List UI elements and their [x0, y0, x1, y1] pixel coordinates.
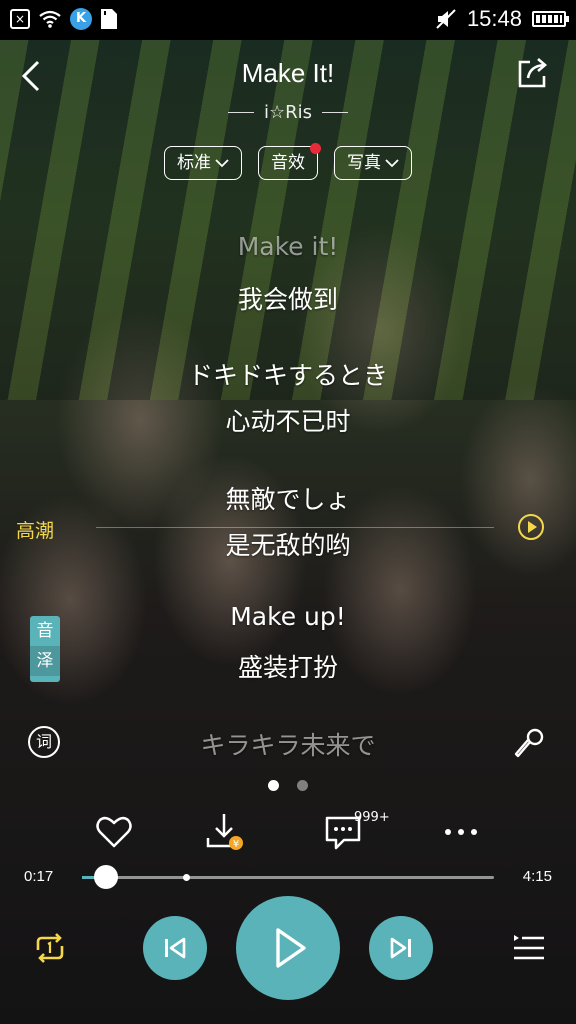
lyric-line: キラキラ未来で — [200, 731, 376, 760]
chevron-down-icon — [215, 159, 229, 168]
photo-dropdown[interactable]: 写真 — [334, 146, 412, 180]
mute-icon — [436, 9, 456, 29]
song-title: Make It! — [241, 58, 335, 88]
repeat-mode-button[interactable] — [32, 930, 68, 966]
lyric-line: 心动不已时 — [225, 407, 351, 436]
next-track-icon — [390, 937, 411, 959]
comment-count: 999+ — [354, 810, 390, 825]
microphone-icon — [514, 728, 544, 758]
playlist-icon — [514, 935, 544, 960]
sound-effects-button[interactable]: 音效 — [258, 143, 321, 180]
repeat-icon — [36, 933, 64, 963]
play-icon — [276, 928, 306, 968]
quality-dropdown[interactable]: 标准 — [164, 146, 242, 180]
wifi-icon — [39, 10, 61, 28]
artist-row: i☆Ris — [0, 102, 576, 123]
lyric-line: Make it! — [237, 232, 339, 261]
like-button[interactable] — [92, 810, 136, 854]
sim-off-icon: × — [10, 9, 30, 29]
previous-track-icon — [165, 937, 186, 959]
playlist-button[interactable] — [512, 932, 546, 964]
progress-thumb[interactable] — [94, 865, 118, 889]
svg-text:¥: ¥ — [233, 839, 239, 850]
share-icon — [518, 58, 547, 88]
quality-label: 标准 — [177, 152, 211, 173]
page-dot — [297, 780, 308, 791]
sd-card-icon — [101, 9, 117, 29]
play-climax-button[interactable] — [518, 514, 544, 540]
next-button[interactable] — [369, 916, 433, 980]
action-row: ¥ — [0, 810, 576, 860]
clock: 15:48 — [466, 6, 522, 31]
lyric-line: 無敵でしょ — [225, 485, 351, 514]
status-bar: × K 15:48 — [0, 0, 576, 40]
photo-label: 写真 — [347, 152, 381, 173]
chevron-down-icon — [385, 159, 399, 168]
player-header: Make It! i☆Ris 标准 音效 写真 — [0, 40, 576, 200]
climax-divider — [96, 527, 494, 528]
download-button[interactable]: ¥ — [202, 810, 246, 854]
heart-icon — [96, 816, 132, 848]
page-indicator — [0, 780, 576, 791]
artist-name[interactable]: i☆Ris — [264, 102, 312, 123]
total-time: 4:15 — [522, 868, 552, 885]
lyric-line: ドキドキするとき — [187, 361, 388, 390]
lyric-line: Make up! — [230, 602, 346, 631]
share-button[interactable] — [516, 56, 550, 90]
translation-label-bottom: 泽 — [30, 646, 60, 676]
climax-label: 高潮 — [16, 520, 55, 542]
notification-dot — [310, 143, 321, 154]
play-button[interactable] — [236, 896, 340, 1000]
lyric-line: 盛装打扮 — [237, 653, 338, 682]
translation-label-top: 音 — [36, 621, 54, 641]
battery-icon — [532, 11, 569, 27]
more-dots-icon — [445, 829, 477, 835]
current-time: 0:17 — [24, 868, 54, 885]
more-button[interactable] — [440, 810, 484, 854]
lyric-line: 我会做到 — [237, 285, 338, 314]
app-k-icon: K — [70, 8, 92, 30]
translation-toggle[interactable]: 音 泽 — [30, 616, 60, 682]
page-dot — [268, 780, 279, 791]
climax-marker — [183, 874, 190, 881]
download-icon: ¥ — [206, 814, 243, 850]
sound-effects-label: 音效 — [271, 152, 305, 173]
progress-track[interactable] — [82, 876, 494, 879]
karaoke-button[interactable] — [512, 726, 546, 760]
previous-button[interactable] — [143, 916, 207, 980]
lyric-line: 是无敌的哟 — [225, 531, 351, 560]
lyrics-mode-button[interactable]: 词 — [28, 726, 60, 758]
